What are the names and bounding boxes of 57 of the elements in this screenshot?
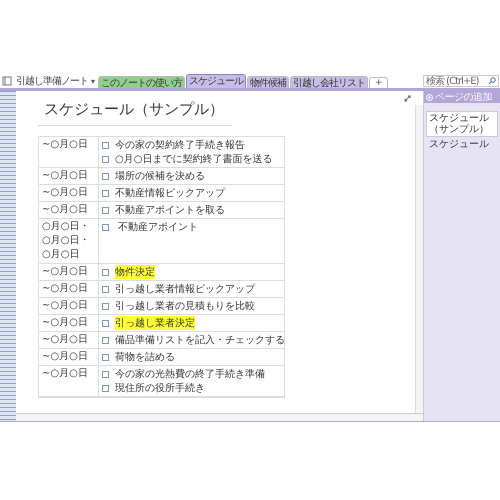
checkbox[interactable]: [102, 206, 109, 214]
section-tab[interactable]: 引越し会社リスト: [290, 76, 368, 88]
checkbox[interactable]: [102, 190, 109, 196]
vertical-scrollbar[interactable]: [415, 105, 423, 413]
notebook-title[interactable]: 引越し準備ノート: [16, 74, 88, 88]
checkbox[interactable]: [102, 268, 109, 276]
date-cell: ~○月○日: [39, 315, 99, 331]
checkbox[interactable]: [102, 142, 109, 148]
task-text: 現住所の役所手続き: [115, 382, 205, 395]
date-cell: ~○月○日: [39, 137, 99, 167]
page-title: スケジュール（サンプル）: [38, 100, 232, 126]
date-cell: ~○月○日: [39, 185, 99, 201]
task-text: 不動産情報ピックアップ: [115, 186, 225, 200]
checkbox[interactable]: [102, 320, 109, 326]
add-tab-button[interactable]: +: [369, 77, 388, 88]
date-cell: ~○月○日: [39, 264, 99, 280]
page-item[interactable]: スケジュール: [426, 137, 498, 152]
checkbox[interactable]: [102, 370, 109, 378]
date-cell: ~○月○日: [39, 298, 99, 314]
section-tab[interactable]: 物件候補: [247, 76, 290, 88]
task-text: 荷物を詰める: [115, 350, 175, 364]
section-tab[interactable]: このノートの使い方: [98, 76, 186, 88]
date-cell: ~○月○日: [39, 168, 99, 184]
task-text: 今の家の契約終了手続き報告: [115, 138, 245, 152]
checkbox[interactable]: [102, 384, 109, 392]
date-cell: ~○月○日: [39, 281, 99, 297]
section-tab[interactable]: スケジュール: [186, 74, 246, 88]
page-item[interactable]: スケジュール（サンプル）: [426, 111, 498, 137]
checkbox[interactable]: [102, 286, 109, 292]
expand-icon[interactable]: [404, 95, 411, 102]
task-text: 今の家の光熱費の終了手続き準備: [115, 368, 265, 381]
checkbox[interactable]: [102, 172, 109, 180]
checkbox[interactable]: [102, 224, 109, 230]
notebook-icon: [2, 76, 12, 86]
task-text: 物件決定: [115, 265, 155, 279]
task-text: 引っ越し業者情報ピックアップ: [115, 282, 255, 296]
search-field[interactable]: 検索 (Ctrl+E): [423, 75, 499, 87]
checkbox[interactable]: [102, 302, 109, 310]
date-cell: ○月○日・ ○月○日・ ○月○日: [39, 219, 99, 263]
search-icon[interactable]: [488, 77, 496, 85]
checkbox[interactable]: [102, 354, 109, 360]
task-text: 不動産アポイントを取る: [115, 204, 225, 217]
plus-icon: [426, 94, 433, 100]
date-cell: ~○月○日: [39, 202, 99, 218]
date-cell: ~○月○日: [39, 332, 99, 348]
task-text: 備品準備リストを記入・チェックする: [115, 334, 285, 347]
date-cell: ~○月○日: [39, 349, 99, 365]
task-text: 引っ越し業者の見積もりを比較: [115, 300, 255, 313]
checkbox[interactable]: [102, 156, 109, 162]
task-text: ○月○日までに契約終了書面を送る: [115, 152, 272, 166]
task-text: 引っ越し業者決定: [115, 316, 195, 330]
notebook-dropdown[interactable]: ▾: [91, 76, 94, 86]
checkbox[interactable]: [102, 336, 109, 344]
horizontal-scrollbar[interactable]: [16, 413, 423, 421]
task-text: 不動産アポイント: [117, 220, 198, 234]
date-cell: ~○月○日: [39, 366, 99, 396]
task-text: 場所の候補を決める: [115, 170, 205, 183]
